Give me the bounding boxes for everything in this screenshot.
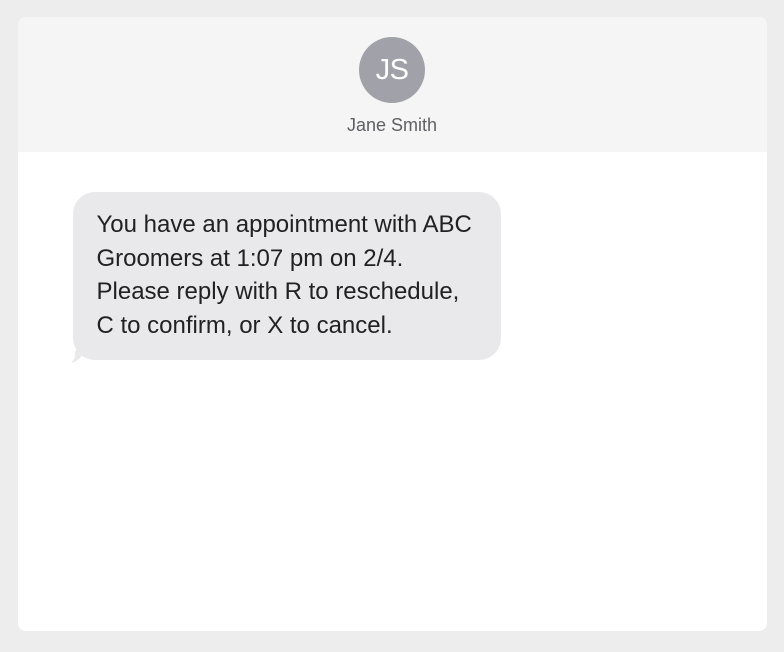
messages-area: You have an appointment with ABC Groomer… xyxy=(18,152,767,631)
contact-name[interactable]: Jane Smith xyxy=(347,115,437,136)
avatar[interactable]: JS xyxy=(359,37,425,103)
message-bubble-incoming[interactable]: You have an appointment with ABC Groomer… xyxy=(73,192,501,360)
chat-window: JS Jane Smith You have an appointment wi… xyxy=(18,17,767,631)
chat-header: JS Jane Smith xyxy=(18,17,767,152)
message-text: You have an appointment with ABC Groomer… xyxy=(97,208,477,342)
avatar-initials: JS xyxy=(376,54,409,87)
